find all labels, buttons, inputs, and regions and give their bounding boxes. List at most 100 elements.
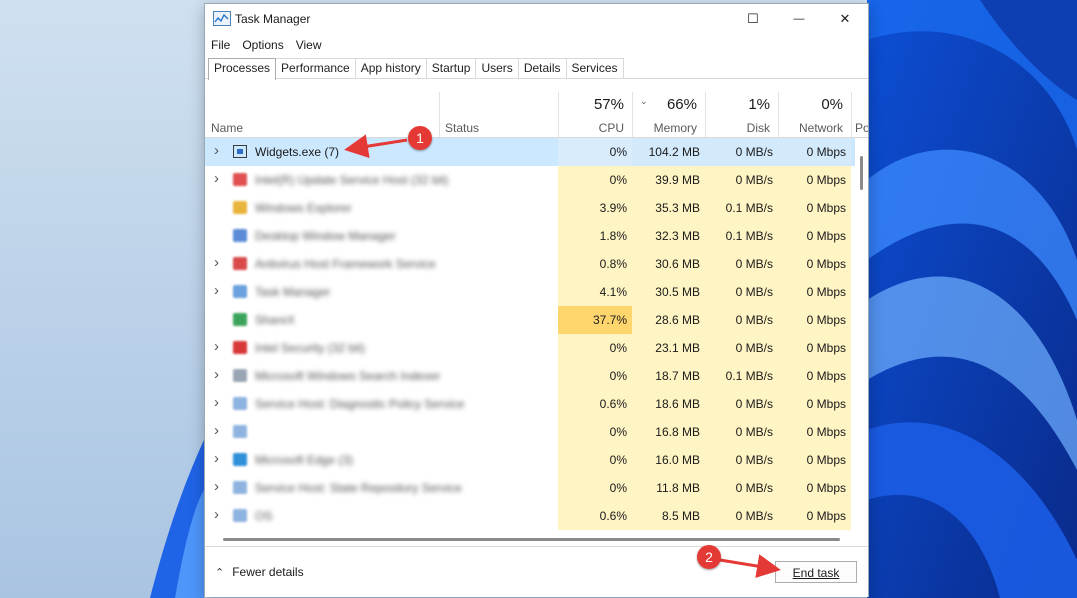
task-manager-icon <box>213 11 231 26</box>
chevron-right-icon[interactable]: › <box>214 506 219 523</box>
network-cell: 0 Mbps <box>778 138 851 166</box>
table-row[interactable]: › Intel(R) Update Service Host (32 bit) 0%… <box>205 166 855 194</box>
network-cell: 0 Mbps <box>778 194 851 222</box>
chevron-right-icon[interactable]: › <box>214 338 219 355</box>
column-power[interactable]: Po <box>851 92 868 137</box>
table-row[interactable]: ShareX 37.7% 28.6 MB 0 MB/s 0 Mbps <box>205 306 855 334</box>
table-row[interactable]: › Intel Security (32 bit) 0% 23.1 MB 0 MB/s 0… <box>205 334 855 362</box>
vertical-scroll-thumb[interactable] <box>860 156 863 190</box>
memory-cell: 32.3 MB <box>632 222 705 250</box>
cpu-cell: 0.6% <box>558 502 632 530</box>
security-icon <box>233 341 247 354</box>
table-row[interactable]: › Task Manager 4.1% 30.5 MB 0 MB/s 0 Mbps <box>205 278 855 306</box>
chevron-right-icon[interactable]: › <box>214 366 219 383</box>
chrome-icon <box>233 313 247 326</box>
process-name: Service Host: Diagnostic Policy Service <box>255 397 465 411</box>
disk-cell: 0.1 MB/s <box>705 222 778 250</box>
edge-icon <box>233 453 247 466</box>
fewer-details-button[interactable]: ⌃ Fewer details <box>215 565 304 579</box>
chevron-right-icon[interactable]: › <box>214 170 219 187</box>
disk-total: 1% <box>748 96 770 113</box>
menu-bar: File Options View <box>205 36 328 54</box>
memory-total: 66% <box>666 96 697 113</box>
cpu-cell: 0.8% <box>558 250 632 278</box>
cpu-total: 57% <box>593 96 624 113</box>
network-cell: 0 Mbps <box>778 418 851 446</box>
process-name: Windows Explorer <box>255 201 352 215</box>
cpu-cell: 0% <box>558 362 632 390</box>
column-name[interactable]: Name <box>205 92 439 137</box>
menu-view[interactable]: View <box>290 36 328 54</box>
task-manager-icon <box>233 285 247 298</box>
menu-options[interactable]: Options <box>236 36 289 54</box>
sort-descending-icon: ⌄ <box>640 96 648 106</box>
horizontal-scrollbar[interactable] <box>205 534 856 546</box>
disk-cell: 0 MB/s <box>705 474 778 502</box>
network-cell: 0 Mbps <box>778 502 851 530</box>
chevron-right-icon[interactable]: › <box>214 282 219 299</box>
process-name: Task Manager <box>255 285 331 299</box>
table-row[interactable]: › Microsoft Edge (3) 0% 16.0 MB 0 MB/s 0 Mbps <box>205 446 855 474</box>
disk-cell: 0 MB/s <box>705 138 778 166</box>
gear-icon <box>233 425 247 438</box>
tab-services[interactable]: Services <box>565 58 624 78</box>
chevron-right-icon[interactable]: › <box>214 394 219 411</box>
table-row[interactable]: › Widgets.exe (7) 0% 104.2 MB 0 MB/s 0 Mbps <box>205 138 855 166</box>
cpu-cell: 0% <box>558 334 632 362</box>
table-row[interactable]: › Antivirus Host Framework Service 0.8% 30.… <box>205 250 855 278</box>
disk-cell: 0.1 MB/s <box>705 194 778 222</box>
chevron-right-icon[interactable]: › <box>214 478 219 495</box>
gear-icon <box>233 481 247 494</box>
tab-app-history[interactable]: App history <box>354 58 427 78</box>
tab-processes[interactable]: Processes <box>208 58 277 80</box>
table-row[interactable]: › Microsoft Windows Search Indexer 0% 18.7 … <box>205 362 855 390</box>
horizontal-scroll-thumb[interactable] <box>223 538 840 541</box>
table-row[interactable]: › Service Host: Diagnostic Policy Service… <box>205 390 855 418</box>
table-row[interactable]: › Service Host: State Repository Service 0… <box>205 474 855 502</box>
disk-cell: 0 MB/s <box>705 418 778 446</box>
cpu-cell: 0% <box>558 446 632 474</box>
memory-cell: 30.6 MB <box>632 250 705 278</box>
title-bar[interactable]: Task Manager — ✕ ☐ <box>205 4 868 34</box>
tab-details[interactable]: Details <box>517 58 567 78</box>
process-name: Service Host: State Repository Service <box>255 481 462 495</box>
column-memory[interactable]: ⌄ 66% Memory <box>632 92 705 137</box>
cpu-cell: 0% <box>558 474 632 502</box>
table-row[interactable]: › OS 0.6% 8.5 MB 0 MB/s 0 Mbps <box>205 502 855 530</box>
memory-cell: 35.3 MB <box>632 194 705 222</box>
table-row[interactable]: › 0% 16.8 MB 0 MB/s 0 Mbps <box>205 418 855 446</box>
column-memory-label: Memory <box>653 121 697 135</box>
chevron-right-icon[interactable]: › <box>214 450 219 467</box>
maximize-button[interactable]: ☐ <box>730 4 776 34</box>
menu-file[interactable]: File <box>205 36 236 54</box>
column-disk[interactable]: 1% Disk <box>705 92 778 137</box>
column-network[interactable]: 0% Network <box>778 92 851 137</box>
minimize-button[interactable]: — <box>776 4 822 34</box>
table-row[interactable]: Windows Explorer 3.9% 35.3 MB 0.1 MB/s 0 Mbp… <box>205 194 855 222</box>
column-status-label: Status <box>445 121 480 135</box>
cpu-cell: 1.8% <box>558 222 632 250</box>
chevron-right-icon[interactable]: › <box>214 422 219 439</box>
disk-cell: 0 MB/s <box>705 166 778 194</box>
table-row[interactable]: Desktop Window Manager 1.8% 32.3 MB 0.1 MB/… <box>205 222 855 250</box>
vertical-scrollbar[interactable] <box>856 138 868 530</box>
process-name: Intel(R) Update Service Host (32 bit) <box>255 173 449 187</box>
end-task-label: End task <box>792 566 840 580</box>
tab-users[interactable]: Users <box>475 58 519 78</box>
chevron-right-icon[interactable]: › <box>214 254 219 271</box>
column-status[interactable]: Status <box>439 92 558 137</box>
cpu-cell: 37.7% <box>558 306 632 334</box>
cpu-cell: 0% <box>558 138 632 166</box>
network-cell: 0 Mbps <box>778 446 851 474</box>
chevron-right-icon[interactable]: › <box>214 142 219 159</box>
end-task-button[interactable]: End task <box>775 561 857 583</box>
process-name: ShareX <box>255 313 296 327</box>
disk-cell: 0 MB/s <box>705 446 778 474</box>
close-button[interactable]: ✕ <box>822 4 868 34</box>
process-list: › Widgets.exe (7) 0% 104.2 MB 0 MB/s 0 Mbps › I… <box>205 138 855 530</box>
memory-cell: 39.9 MB <box>632 166 705 194</box>
tab-startup[interactable]: Startup <box>425 58 477 78</box>
tab-performance[interactable]: Performance <box>275 58 356 78</box>
column-cpu[interactable]: 57% CPU <box>558 92 632 137</box>
memory-cell: 28.6 MB <box>632 306 705 334</box>
